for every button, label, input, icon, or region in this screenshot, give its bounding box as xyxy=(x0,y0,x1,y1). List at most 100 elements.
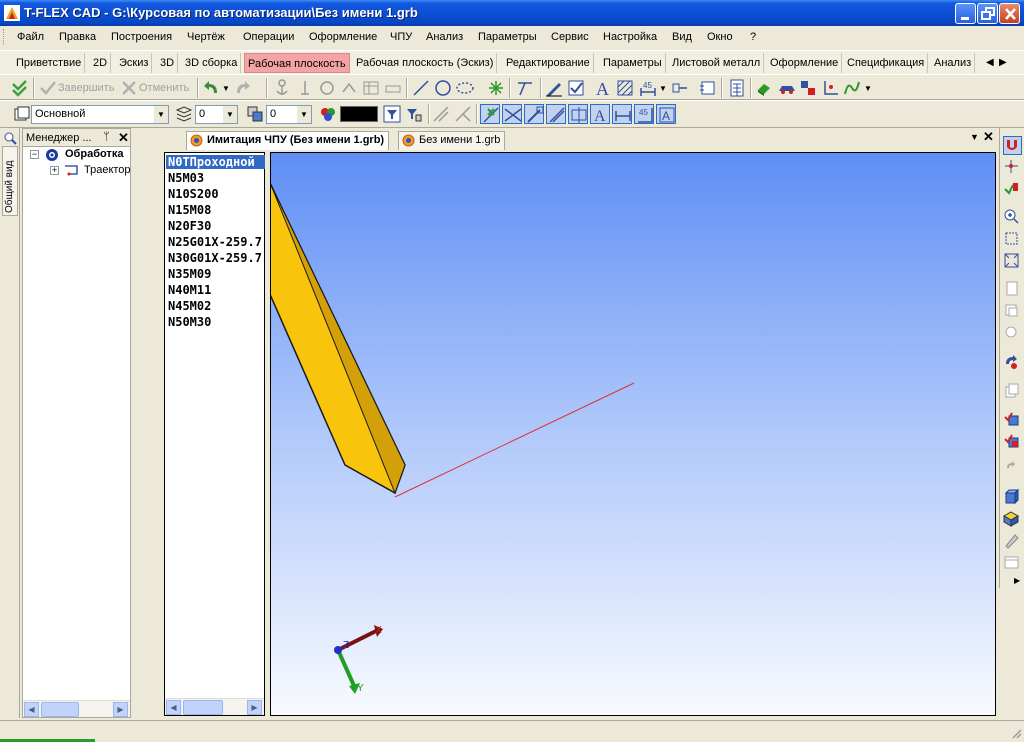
tab-workplane[interactable]: Рабочая плоскость xyxy=(244,53,350,73)
cubes-check-icon[interactable] xyxy=(1003,432,1022,451)
table-icon[interactable] xyxy=(361,78,381,98)
confirm-icon[interactable] xyxy=(10,78,30,98)
priority-icon[interactable] xyxy=(245,104,265,124)
scroll-right-icon[interactable]: ▶ xyxy=(113,702,128,717)
zoom-in-icon[interactable] xyxy=(1003,208,1022,227)
priority-combo[interactable]: 0 ▼ xyxy=(266,105,312,124)
magnet-icon[interactable] xyxy=(1003,136,1022,155)
tab-sketch[interactable]: Эскиз xyxy=(116,53,153,73)
menu-cnc[interactable]: ЧПУ xyxy=(390,31,412,43)
tree-item-machining[interactable]: Обработка xyxy=(65,148,123,160)
cancel-icon[interactable] xyxy=(119,78,139,98)
check-magnet-icon[interactable] xyxy=(1003,180,1022,199)
tab-document[interactable]: Без имени 1.grb xyxy=(398,131,506,150)
resize-grip-icon[interactable] xyxy=(1010,727,1022,739)
color-palette-icon[interactable] xyxy=(318,104,338,124)
line-icon[interactable] xyxy=(411,78,431,98)
nc-line[interactable]: N50M30 xyxy=(168,315,263,329)
snap-tangent-icon[interactable] xyxy=(431,104,451,124)
zoom-icon[interactable] xyxy=(3,131,17,145)
rotate-icon[interactable] xyxy=(1003,354,1022,373)
trim-icon[interactable] xyxy=(515,78,535,98)
scroll-thumb[interactable] xyxy=(183,700,223,715)
chevron-down-icon[interactable]: ▼ xyxy=(154,106,168,123)
menu-view[interactable]: Вид xyxy=(672,31,692,43)
tab-sheet-metal[interactable]: Листовой металл xyxy=(669,53,765,73)
tab-welcome[interactable]: Приветствие xyxy=(13,53,86,73)
fragment-icon[interactable] xyxy=(670,78,690,98)
nc-line[interactable]: N35M09 xyxy=(168,267,263,281)
circle-icon[interactable] xyxy=(433,78,453,98)
pin-icon[interactable] xyxy=(295,78,315,98)
snap-center-icon[interactable] xyxy=(568,104,588,124)
tab-3d-assembly[interactable]: 3D сборка xyxy=(182,53,242,73)
cancel-button[interactable]: Отменить xyxy=(139,82,189,94)
redo-icon[interactable] xyxy=(232,78,252,98)
minimize-button[interactable] xyxy=(955,3,976,24)
assembly-icon[interactable] xyxy=(798,78,818,98)
toolbar-more-icon[interactable]: ▶ xyxy=(1014,576,1020,585)
filter-settings-icon[interactable] xyxy=(403,104,423,124)
3d-viewport[interactable]: X Y Z xyxy=(270,152,996,716)
3d-view-icon[interactable] xyxy=(1003,488,1022,507)
tab-specification[interactable]: Спецификация xyxy=(844,53,929,73)
nc-line[interactable]: N25G01X-259.7 xyxy=(168,235,263,249)
restore-button[interactable] xyxy=(977,3,998,24)
menu-analysis[interactable]: Анализ xyxy=(426,31,463,43)
chevron-down-icon[interactable]: ▼ xyxy=(297,106,311,123)
finish-button[interactable]: Завершить xyxy=(58,82,114,94)
tab-workplane-sketch[interactable]: Рабочая плоскость (Эскиз) xyxy=(353,53,498,73)
nc-program-list[interactable]: N0TПроходной N5M03 N10S200 N15M08 N20F30… xyxy=(164,152,265,716)
chevron-down-icon[interactable]: ▼ xyxy=(223,106,237,123)
tab-parameters[interactable]: Параметры xyxy=(600,53,666,73)
nc-line[interactable]: N10S200 xyxy=(168,187,263,201)
close-button[interactable] xyxy=(999,3,1020,24)
menu-window[interactable]: Окно xyxy=(707,31,733,43)
nc-line[interactable]: N5M03 xyxy=(168,171,263,185)
tab-editing[interactable]: Редактирование xyxy=(503,53,594,73)
coordinate-icon[interactable] xyxy=(821,78,841,98)
close-icon[interactable]: ✕ xyxy=(118,130,129,146)
cube-check-icon[interactable] xyxy=(1003,410,1022,429)
hatch-icon[interactable] xyxy=(615,78,635,98)
snap-text-icon[interactable]: A xyxy=(590,104,610,125)
sketch-pen-icon[interactable] xyxy=(544,78,564,98)
tab-cnc-simulation[interactable]: Имитация ЧПУ (Без имени 1.grb) xyxy=(186,131,390,150)
spline-icon[interactable] xyxy=(842,78,862,98)
dimension-icon[interactable]: 45 xyxy=(638,78,658,98)
zoom-all-icon[interactable] xyxy=(1003,252,1022,271)
pencil-icon[interactable] xyxy=(1003,532,1022,551)
snap-node-icon[interactable] xyxy=(480,104,500,124)
snap-endpoint-icon[interactable] xyxy=(524,104,544,124)
menu-help[interactable]: ? xyxy=(750,31,756,43)
color-swatch[interactable] xyxy=(340,106,378,122)
layer-icon[interactable] xyxy=(12,104,32,124)
tab-3d[interactable]: 3D xyxy=(157,53,179,73)
undo-dropdown-icon[interactable]: ▼ xyxy=(222,84,230,93)
tab-2d[interactable]: 2D xyxy=(90,53,112,73)
nc-line[interactable]: N20F30 xyxy=(168,219,263,233)
tab-list-icon[interactable]: ▼ xyxy=(970,132,979,142)
nc-list-scrollbar[interactable]: ◀ ▶ xyxy=(165,698,264,715)
menu-service[interactable]: Сервис xyxy=(551,31,589,43)
menu-settings[interactable]: Настройка xyxy=(603,31,657,43)
spline-dropdown-icon[interactable]: ▼ xyxy=(864,84,872,93)
nc-line[interactable]: N45M02 xyxy=(168,299,263,313)
toolbar-grip[interactable] xyxy=(3,29,6,45)
expand-icon[interactable]: + xyxy=(50,166,59,175)
window-view-icon[interactable] xyxy=(1003,554,1022,573)
scroll-left-icon[interactable]: ◀ xyxy=(166,700,181,715)
snap-dimension-icon[interactable] xyxy=(612,104,632,124)
level-icon[interactable] xyxy=(174,104,194,124)
tab-analysis[interactable]: Анализ xyxy=(931,53,976,73)
tree-item-trajectory[interactable]: Траектор xyxy=(84,164,131,176)
menu-drawing[interactable]: Чертёж xyxy=(187,31,225,43)
calculator-icon[interactable] xyxy=(727,78,747,98)
close-document-icon[interactable]: ✕ xyxy=(983,129,994,145)
menu-file[interactable]: Файл xyxy=(17,31,44,43)
scroll-right-icon[interactable]: ▶ xyxy=(247,700,262,715)
erase-icon[interactable] xyxy=(383,78,403,98)
nc-line[interactable]: N15M08 xyxy=(168,203,263,217)
move-icon[interactable] xyxy=(339,78,359,98)
collapse-icon[interactable]: − xyxy=(30,150,39,159)
